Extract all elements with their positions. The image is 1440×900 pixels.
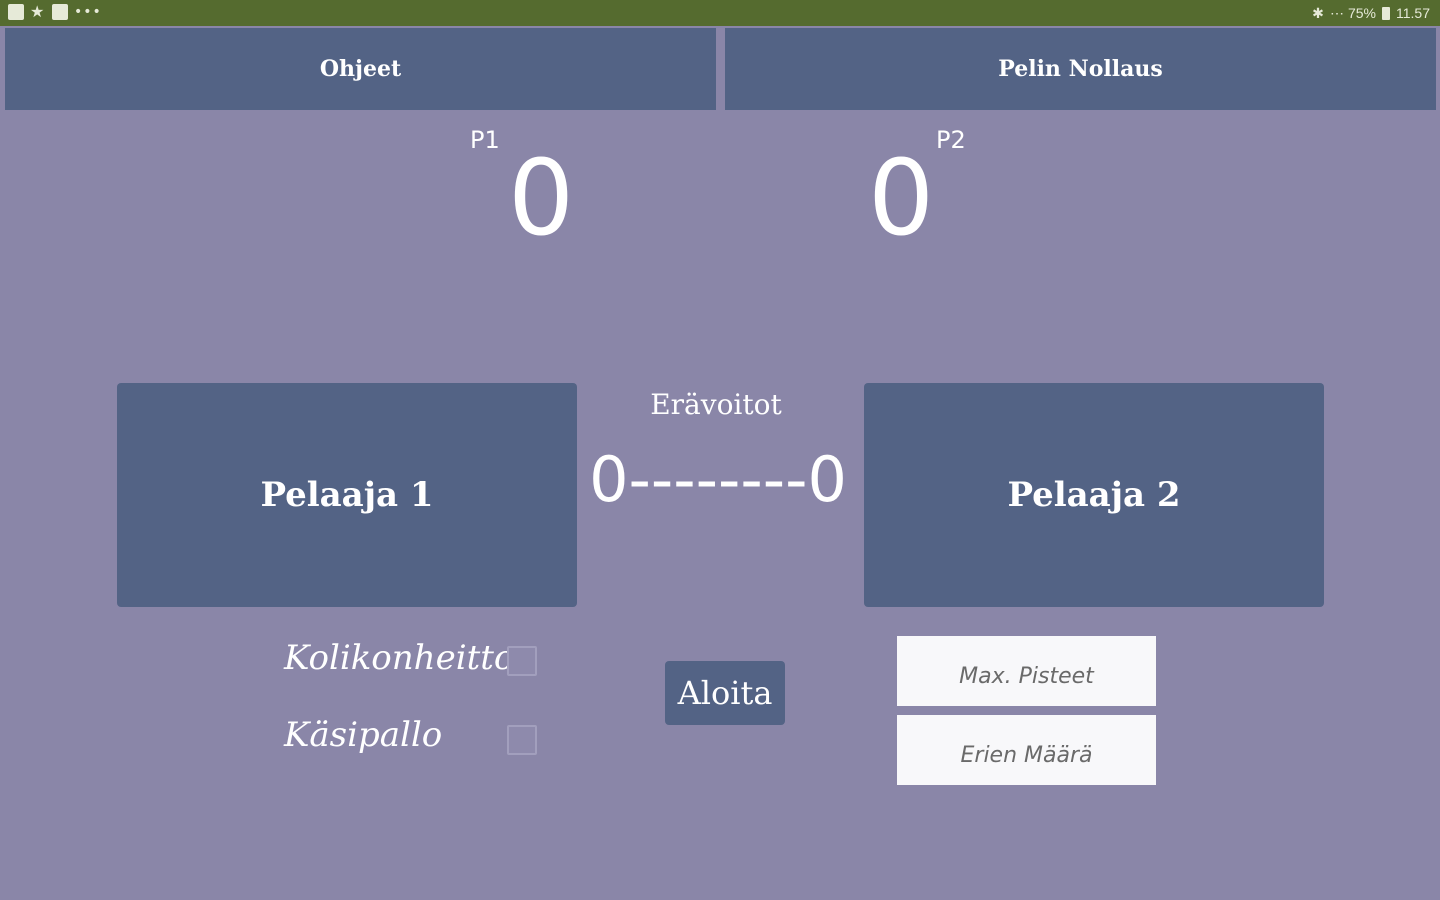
max-points-field[interactable] (897, 636, 1156, 706)
sets-count-field[interactable] (897, 715, 1156, 785)
player1-button[interactable]: Pelaaja 1 (117, 383, 577, 607)
status-bar: ★ ••• ✱ ⋯ 75% 11.57 (0, 0, 1440, 26)
p1-score: 0 (508, 137, 575, 259)
clock: 11.57 (1396, 5, 1430, 21)
player2-button[interactable]: Pelaaja 2 (864, 383, 1324, 607)
wifi-signal-icon: ⋯ (1329, 5, 1344, 21)
handball-label: Käsipallo (284, 715, 443, 755)
p2-label: P2 (936, 126, 966, 154)
battery-level: 75% (1347, 5, 1376, 21)
notification-icons: ★ ••• (8, 4, 102, 20)
handball-checkbox[interactable] (507, 725, 537, 755)
coin-toss-checkbox[interactable] (507, 646, 537, 676)
gallery-icon (8, 4, 24, 20)
reset-game-button[interactable]: Pelin Nollaus (725, 28, 1436, 110)
image-icon (52, 4, 68, 20)
sets-won-score: 0--------0 (589, 443, 847, 516)
system-icons: ✱ ⋯ 75% 11.57 (1312, 4, 1430, 22)
sets-won-title: Erävoitot (650, 388, 782, 421)
star-icon: ★ (30, 2, 45, 21)
more-dots-icon: ••• (74, 4, 102, 20)
start-button[interactable]: Aloita (665, 661, 785, 725)
battery-icon (1382, 6, 1390, 20)
p2-score: 0 (868, 137, 935, 259)
p1-label: P1 (470, 126, 500, 154)
coin-toss-label: Kolikonheitto (284, 638, 515, 678)
bluetooth-icon: ✱ (1312, 5, 1324, 21)
instructions-button[interactable]: Ohjeet (5, 28, 716, 110)
